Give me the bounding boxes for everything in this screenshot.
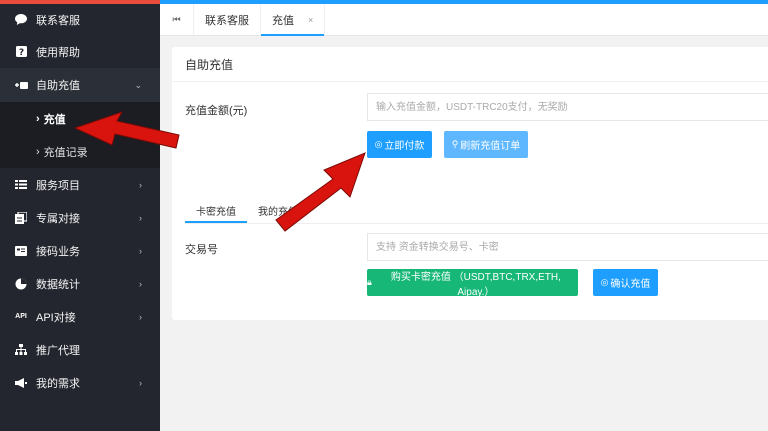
list-icon xyxy=(14,178,28,192)
button-label: 刷新充值订单 xyxy=(460,141,521,152)
submenu-item-label: 充值 xyxy=(43,113,66,126)
search-icon: ⚲ xyxy=(451,139,459,149)
chevron-right-icon: › xyxy=(36,145,40,158)
refresh-orders-button[interactable]: ⚲ 刷新充值订单 xyxy=(444,131,528,158)
sidebar-menu: 联系客服 ? 使用帮助 自助充值 ⌄ › 充值 › 充值记录 服务项目 › 专属… xyxy=(0,4,160,399)
handshake-icon xyxy=(14,211,28,225)
txn-input[interactable] xyxy=(367,233,768,261)
chevron-right-icon: › xyxy=(139,278,142,289)
submenu-item-label: 充值记录 xyxy=(43,146,88,159)
sidebar-item-recharge[interactable]: 自助充值 ⌄ xyxy=(0,68,160,102)
sidebar: 联系客服 ? 使用帮助 自助充值 ⌄ › 充值 › 充值记录 服务项目 › 专属… xyxy=(0,0,160,431)
sidebar-item-label: API对接 xyxy=(36,311,76,324)
sidebar-item-contact[interactable]: 联系客服 xyxy=(0,4,160,35)
stats-icon xyxy=(14,277,28,291)
tab-label: 充值 xyxy=(272,14,294,27)
recharge-card: 自助充值 充值金额(元) ◎ 立即付款 ⚲ 刷新充值订单 卡密充值 我的充值 交… xyxy=(172,47,768,320)
sidebar-item-dedicated[interactable]: 专属对接 › xyxy=(0,201,160,234)
chevron-right-icon: › xyxy=(139,377,142,388)
sidebar-item-api[interactable]: API API对接 › xyxy=(0,300,160,333)
chevron-right-icon: › xyxy=(36,112,40,125)
recharge-submenu: › 充值 › 充值记录 xyxy=(0,102,160,168)
confirm-recharge-button[interactable]: ◎ 确认充值 xyxy=(593,269,658,296)
sidebar-item-stats[interactable]: 数据统计 › xyxy=(0,267,160,300)
buy-card-button[interactable]: 🔒︎ 购买卡密充值 （USDT,BTC,TRX,ETH, Aipay.） xyxy=(367,269,578,298)
svg-text:?: ? xyxy=(18,48,23,57)
amount-input[interactable] xyxy=(367,93,768,121)
api-icon: API xyxy=(15,313,27,320)
lock-icon: 🔒︎ xyxy=(367,277,372,287)
submenu-item-recharge-history[interactable]: › 充值记录 xyxy=(0,135,160,168)
sidebar-item-sms[interactable]: 接码业务 › xyxy=(0,234,160,267)
button-label: 确认充值 xyxy=(610,279,651,290)
subtab-card-recharge[interactable]: 卡密充值 xyxy=(185,197,247,223)
help-icon: ? xyxy=(14,45,28,59)
recharge-subtabs: 卡密充值 我的充值 xyxy=(185,197,309,223)
megaphone-icon xyxy=(14,376,28,390)
check-circle-icon: ◎ xyxy=(600,277,609,287)
submenu-item-recharge[interactable]: › 充值 xyxy=(0,102,160,135)
sidebar-item-label: 服务项目 xyxy=(36,179,80,192)
sidebar-item-label: 联系客服 xyxy=(36,14,80,27)
sidebar-item-label: 数据统计 xyxy=(36,278,80,291)
card-title: 自助充值 xyxy=(172,47,768,82)
amount-label: 充值金额(元) xyxy=(185,105,248,117)
chevron-down-icon: ⌄ xyxy=(134,79,142,90)
check-circle-icon: ◎ xyxy=(374,139,383,149)
sidebar-item-services[interactable]: 服务项目 › xyxy=(0,168,160,201)
tab-scroll-left-icon[interactable]: ⏮ xyxy=(160,4,194,35)
sms-icon xyxy=(14,244,28,258)
sidebar-item-label: 接码业务 xyxy=(36,245,80,258)
button-label: 购买卡密充值 （USDT,BTC,TRX,ETH, Aipay.） xyxy=(390,271,561,298)
chevron-right-icon: › xyxy=(139,245,142,256)
sidebar-item-promote[interactable]: 推广代理 xyxy=(0,333,160,366)
txn-label: 交易号 xyxy=(185,244,218,256)
sidebar-item-label: 自助充值 xyxy=(36,80,80,92)
chevron-right-icon: › xyxy=(139,179,142,190)
tab-label: 联系客服 xyxy=(205,14,249,27)
sidebar-item-label: 推广代理 xyxy=(36,344,80,357)
sidebar-item-requests[interactable]: 我的需求 › xyxy=(0,366,160,399)
button-label: 立即付款 xyxy=(384,141,425,152)
pay-now-button[interactable]: ◎ 立即付款 xyxy=(367,131,432,158)
sidebar-item-help[interactable]: ? 使用帮助 xyxy=(0,35,160,68)
sidebar-item-label: 使用帮助 xyxy=(36,46,80,59)
network-icon xyxy=(14,343,28,357)
wallet-icon xyxy=(14,78,28,92)
tab-bar: ⏮ 联系客服 充值 × xyxy=(160,4,768,36)
tab-recharge[interactable]: 充值 × xyxy=(261,4,326,36)
close-icon[interactable]: × xyxy=(308,15,313,25)
subtab-divider xyxy=(185,223,768,224)
sidebar-item-label: 专属对接 xyxy=(36,212,80,225)
chat-icon xyxy=(14,13,28,27)
subtab-my-recharge[interactable]: 我的充值 xyxy=(247,197,309,223)
chevron-right-icon: › xyxy=(139,311,142,322)
chevron-right-icon: › xyxy=(139,212,142,223)
sidebar-item-label: 我的需求 xyxy=(36,377,80,390)
tab-contact[interactable]: 联系客服 xyxy=(194,4,261,35)
